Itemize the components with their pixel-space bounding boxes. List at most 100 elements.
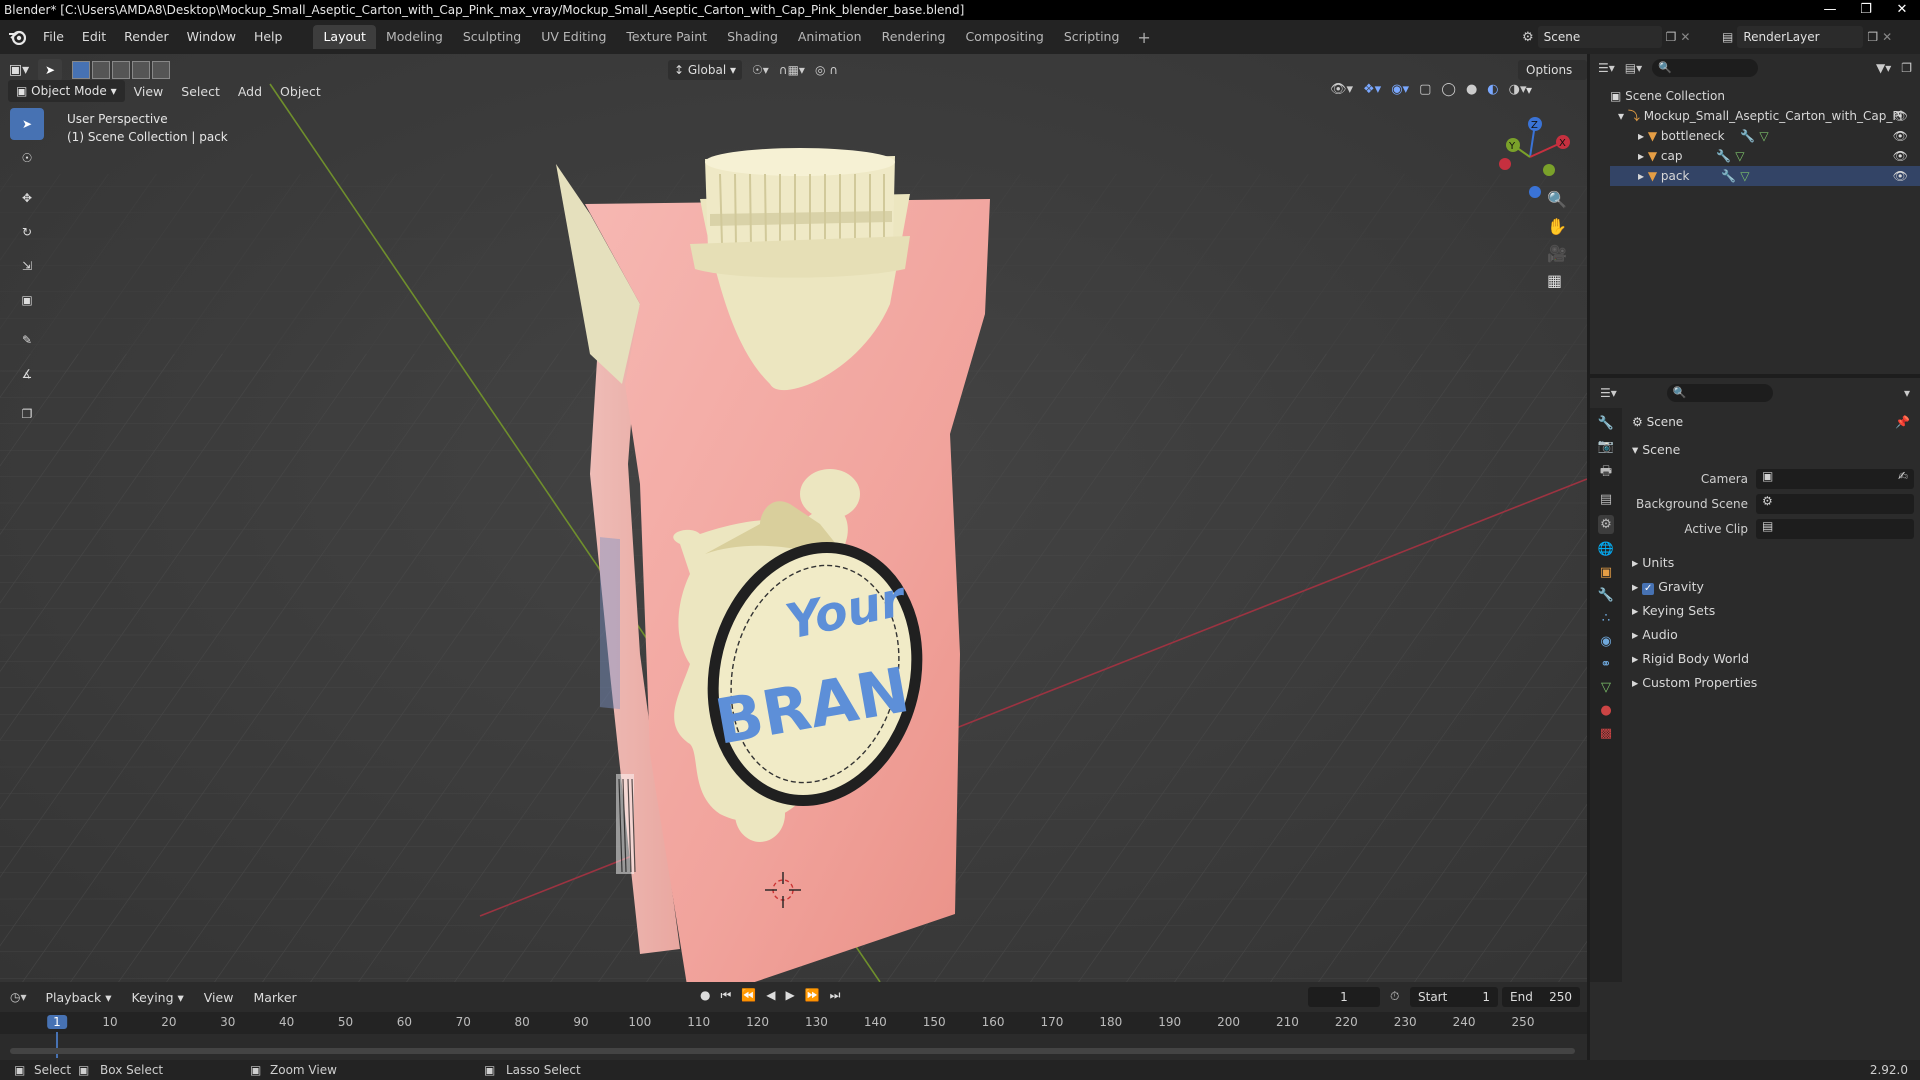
filter-icon[interactable]: ▼▾ — [1876, 61, 1891, 75]
texture-tab-icon[interactable]: ▩ — [1600, 726, 1612, 741]
render-layer-icon[interactable]: ▤ — [1722, 30, 1733, 44]
viewport-menu-view[interactable]: View — [125, 84, 173, 99]
end-frame-field[interactable]: End 250 — [1502, 987, 1580, 1007]
menu-window[interactable]: Window — [178, 20, 245, 54]
timeline-menu-view[interactable]: View — [195, 990, 243, 1005]
visibility-eye-icon[interactable]: 👁 — [1893, 146, 1908, 166]
audio-panel-header[interactable]: ▸ Audio — [1626, 623, 1916, 647]
viewport-menu-add[interactable]: Add — [229, 84, 271, 99]
rendered-shading-icon[interactable]: ◑▾ — [1509, 82, 1527, 97]
timeline-menu-playback[interactable]: Playback ▾ — [37, 990, 121, 1005]
play-icon[interactable]: ▶ — [785, 988, 794, 1003]
material-shading-icon[interactable]: ◐ — [1487, 82, 1498, 97]
modifier-tab-icon[interactable]: 🔧 — [1598, 588, 1614, 603]
delete-scene-icon[interactable]: ✕ — [1680, 30, 1690, 44]
render-layer-selector[interactable]: RenderLayer — [1737, 26, 1864, 48]
visibility-icon[interactable]: 👁▾ — [1330, 82, 1353, 97]
tab-layout[interactable]: Layout — [313, 25, 376, 49]
outliner-object-cap[interactable]: ▸ ▼ cap 🔧 ▽ 👁 — [1610, 146, 1920, 166]
outliner-object-pack[interactable]: ▸ ▼ pack 🔧 ▽ 👁 — [1610, 166, 1920, 186]
overlay-toggle-icon[interactable]: ◉▾ — [1391, 82, 1409, 97]
start-frame-field[interactable]: Start 1 — [1410, 987, 1498, 1007]
annotate-tool-icon[interactable]: ✎ — [10, 324, 44, 356]
move-tool-icon[interactable]: ✥ — [10, 182, 44, 214]
data-tab-icon[interactable]: ▽ — [1601, 680, 1611, 695]
tab-rendering[interactable]: Rendering — [872, 25, 956, 49]
object-tab-icon[interactable]: ▣ — [1600, 565, 1612, 580]
tab-scripting[interactable]: Scripting — [1054, 25, 1130, 49]
prev-keyframe-icon[interactable]: ⏪ — [741, 988, 756, 1003]
play-reverse-icon[interactable]: ◀ — [766, 988, 775, 1003]
next-keyframe-icon[interactable]: ⏩ — [805, 988, 820, 1003]
eyedropper-icon[interactable]: ✍ — [1898, 469, 1908, 483]
scene-panel-header[interactable]: ▾ Scene — [1626, 438, 1916, 462]
gravity-panel-header[interactable]: ▸ ✓ Gravity — [1626, 575, 1916, 599]
constraints-tab-icon[interactable]: ⚭ — [1601, 657, 1612, 672]
scene-icon[interactable]: ⚙ — [1522, 30, 1534, 45]
blender-logo-icon[interactable] — [0, 20, 34, 54]
scale-tool-icon[interactable]: ⇲ — [10, 250, 44, 282]
render-tab-icon[interactable]: 📷 — [1598, 439, 1614, 454]
add-workspace-icon[interactable]: + — [1129, 28, 1158, 47]
outliner-collection-row[interactable]: ▾ ⤵ Mockup_Small_Aseptic_Carton_with_Cap… — [1610, 106, 1920, 126]
tab-modeling[interactable]: Modeling — [376, 25, 453, 49]
properties-search-input[interactable]: 🔍 — [1666, 384, 1773, 402]
output-tab-icon[interactable]: 🖶 — [1600, 462, 1612, 484]
rigid-body-world-panel-header[interactable]: ▸ Rigid Body World — [1626, 647, 1916, 671]
solid-shading-icon[interactable]: ● — [1466, 82, 1477, 97]
gizmo-toggle-icon[interactable]: ❖▾ — [1363, 82, 1381, 97]
minimize-icon[interactable]: — — [1812, 0, 1848, 20]
xray-icon[interactable]: ▢ — [1419, 82, 1431, 97]
timeline-editor-type-icon[interactable]: ◷▾ — [10, 990, 27, 1004]
wireframe-shading-icon[interactable]: ◯ — [1441, 82, 1456, 97]
jump-end-icon[interactable]: ⏭ — [830, 988, 841, 1003]
maximize-icon[interactable]: ❐ — [1848, 0, 1884, 20]
properties-editor-type-icon[interactable]: ☰▾ — [1600, 386, 1617, 400]
tool-tab-icon[interactable]: 🔧 — [1598, 416, 1614, 431]
zoom-icon[interactable]: 🔍 — [1547, 190, 1567, 209]
menu-render[interactable]: Render — [115, 20, 178, 54]
visibility-eye-icon[interactable]: 👁 — [1893, 166, 1908, 186]
menu-file[interactable]: File — [34, 20, 73, 54]
units-panel-header[interactable]: ▸ Units — [1626, 551, 1916, 575]
mode-dropdown[interactable]: ▣ Object Mode ▾ — [8, 80, 125, 102]
active-clip-field[interactable]: ▤ — [1756, 518, 1914, 539]
new-collection-icon[interactable]: ❐ — [1901, 61, 1912, 75]
background-scene-field[interactable]: ⚙ — [1756, 493, 1914, 514]
new-scene-icon[interactable]: ❐ — [1666, 30, 1677, 44]
pan-hand-icon[interactable]: ✋ — [1547, 217, 1567, 236]
timeline-menu-marker[interactable]: Marker — [244, 990, 305, 1005]
select-mode-icons[interactable] — [72, 61, 170, 79]
tab-uv-editing[interactable]: UV Editing — [531, 25, 616, 49]
orientation-dropdown[interactable]: ↕ Global ▾ — [668, 60, 742, 80]
outliner-editor-type-icon[interactable]: ☰▾ — [1598, 61, 1615, 75]
options-dropdown[interactable]: Options ▾ — [1518, 60, 1587, 97]
close-icon[interactable]: ✕ — [1884, 0, 1920, 20]
tab-sculpting[interactable]: Sculpting — [453, 25, 531, 49]
physics-tab-icon[interactable]: ◉ — [1600, 634, 1611, 649]
tab-texture-paint[interactable]: Texture Paint — [616, 25, 717, 49]
tab-compositing[interactable]: Compositing — [955, 25, 1053, 49]
outliner-search-input[interactable]: 🔍 — [1652, 59, 1759, 77]
menu-help[interactable]: Help — [245, 20, 292, 54]
tab-shading[interactable]: Shading — [717, 25, 788, 49]
camera-field[interactable]: ▣ ✍ — [1756, 468, 1914, 489]
3d-viewport[interactable]: Your BRAN ▣▾ ➤ ↕ Global ▾ ☉▾ ∩▦▾ ◎ ∩ Opt… — [0, 54, 1587, 982]
display-mode-icon[interactable]: ▤▾ — [1625, 61, 1642, 75]
snap-icon[interactable]: ∩▦▾ — [779, 63, 805, 77]
new-layer-icon[interactable]: ❐ — [1867, 30, 1878, 44]
playhead[interactable] — [56, 1032, 58, 1058]
cursor-tool-icon[interactable]: ☉ — [10, 142, 44, 174]
delete-layer-icon[interactable]: ✕ — [1882, 30, 1892, 44]
pin-icon[interactable]: 📌 — [1895, 410, 1910, 434]
material-tab-icon[interactable]: ● — [1600, 703, 1611, 718]
select-box-tool-icon[interactable]: ➤ — [10, 108, 44, 140]
transform-tool-icon[interactable]: ▣ — [10, 284, 44, 316]
gravity-checkbox[interactable]: ✓ — [1642, 583, 1655, 595]
menu-edit[interactable]: Edit — [73, 20, 115, 54]
record-icon[interactable]: ● — [700, 988, 710, 1003]
perspective-grid-icon[interactable]: ▦ — [1547, 271, 1567, 290]
particles-tab-icon[interactable]: ∴ — [1602, 611, 1610, 626]
editor-type-icon[interactable]: ▣▾ — [0, 62, 38, 78]
outliner-scene-collection[interactable]: ▣ Scene Collection — [1610, 86, 1920, 106]
